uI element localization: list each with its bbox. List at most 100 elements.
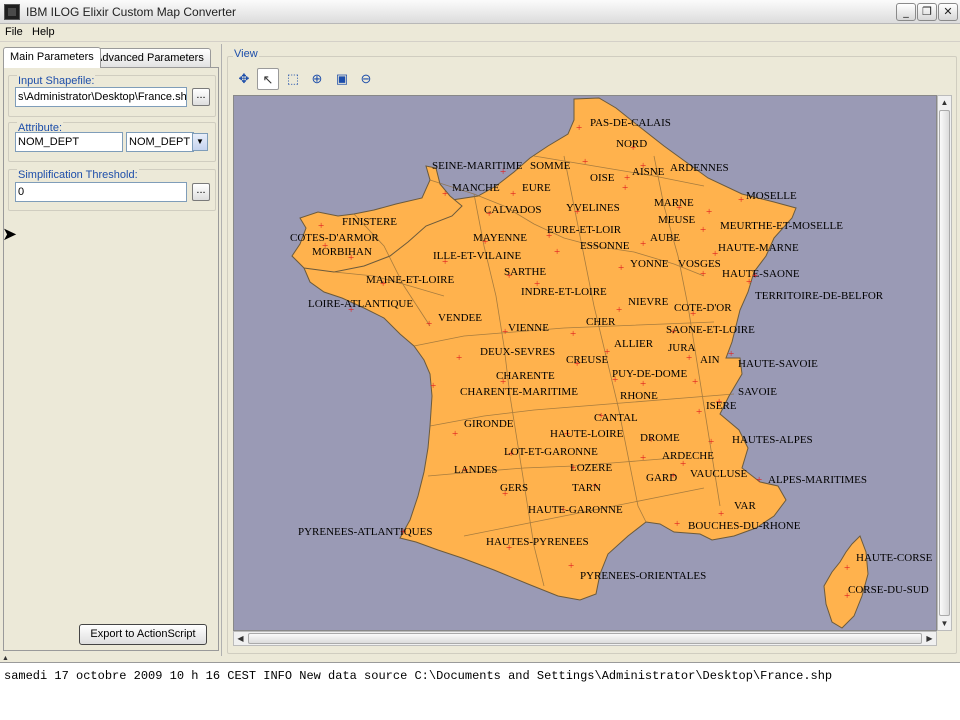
department-label: RHONE	[620, 390, 658, 402]
department-marker-icon: +	[718, 508, 725, 520]
department-label: HAUTE-SAVOIE	[738, 358, 818, 370]
department-label: SEINE-MARITIME	[432, 160, 523, 172]
zoom-in-icon[interactable]: ⊕	[306, 68, 328, 90]
department-label: CHER	[586, 316, 616, 328]
department-marker-icon: +	[452, 428, 459, 440]
department-marker-icon: +	[568, 560, 575, 572]
department-label: LANDES	[454, 464, 498, 476]
department-label: SARTHE	[504, 266, 547, 278]
department-label: PYRENEES-ORIENTALES	[580, 570, 707, 582]
department-marker-icon: +	[616, 304, 623, 316]
department-label: ARDENNES	[670, 162, 729, 174]
horizontal-scroll-thumb[interactable]	[248, 633, 922, 644]
view-panel: View ✥ ↖ ⬚ ⊕ ▣ ⊖ + PAS-DE-CALAIS + NORD …	[224, 44, 960, 656]
department-marker-icon: +	[680, 458, 687, 470]
department-marker-icon: +	[696, 406, 703, 418]
close-button[interactable]: ✕	[938, 3, 958, 21]
department-label: MAINE-ET-LOIRE	[366, 274, 455, 286]
select-icon[interactable]: ↖	[257, 68, 279, 90]
department-marker-icon: +	[430, 380, 437, 392]
department-label: GARD	[646, 472, 678, 484]
department-marker-icon: +	[844, 562, 851, 574]
department-label: VIENNE	[508, 322, 549, 334]
department-label: OISE	[590, 172, 615, 184]
scroll-down-icon[interactable]: ▼	[938, 617, 951, 630]
title-bar: IBM ILOG Elixir Custom Map Converter _ ❐…	[0, 0, 960, 24]
simplification-group: Simplification Threshold: 0 ...	[8, 169, 216, 211]
shapefile-path-field[interactable]: s\Administrator\Desktop\France.shp	[15, 87, 187, 107]
department-marker-icon: +	[738, 194, 745, 206]
input-shapefile-group: Input Shapefile: s\Administrator\Desktop…	[8, 75, 216, 117]
department-label: LOZERE	[570, 462, 613, 474]
horizontal-scrollbar[interactable]: ◀ ▶	[233, 631, 937, 646]
vertical-scrollbar[interactable]: ▲ ▼	[937, 95, 952, 631]
department-label: DEUX-SEVRES	[480, 346, 556, 358]
department-label: DROME	[640, 432, 680, 444]
menu-help[interactable]: Help	[32, 26, 55, 38]
department-label: VAUCLUSE	[690, 468, 748, 480]
maximize-button[interactable]: ❐	[917, 3, 937, 21]
department-label: HAUTE-LOIRE	[550, 428, 624, 440]
department-label: COTE-D'OR	[674, 302, 732, 314]
department-label: YONNE	[630, 258, 669, 270]
department-label: FINISTERE	[342, 216, 397, 228]
department-label: GERS	[500, 482, 529, 494]
attribute-field[interactable]: NOM_DEPT	[15, 132, 123, 152]
department-label: HAUTE-MARNE	[718, 242, 799, 254]
pan-icon[interactable]: ✥	[233, 68, 255, 90]
zoom-box-icon[interactable]: ⬚	[282, 68, 304, 90]
department-label: SOMME	[530, 160, 571, 172]
department-label: HAUTE-GARONNE	[528, 504, 623, 516]
department-marker-icon: +	[756, 474, 763, 486]
chevron-down-icon[interactable]: ▼	[192, 133, 208, 151]
department-label: CANTAL	[594, 412, 638, 424]
department-label: CHARENTE-MARITIME	[460, 386, 578, 398]
department-label: VAR	[734, 500, 756, 512]
department-label: PAS-DE-CALAIS	[590, 117, 671, 129]
department-marker-icon: +	[640, 378, 647, 390]
department-label: AIN	[700, 354, 720, 366]
scroll-up-icon[interactable]: ▲	[938, 96, 951, 109]
tab-body: Input Shapefile: s\Administrator\Desktop…	[3, 67, 219, 651]
department-label: BOUCHES-DU-RHONE	[688, 520, 801, 532]
department-marker-icon: +	[442, 188, 449, 200]
minimize-button[interactable]: _	[896, 3, 916, 21]
simplification-browse-button[interactable]: ...	[192, 183, 210, 201]
export-actionscript-button[interactable]: Export to ActionScript	[79, 624, 207, 645]
department-label: MARNE	[654, 197, 694, 209]
scroll-left-icon[interactable]: ◀	[234, 632, 247, 645]
department-marker-icon: +	[570, 328, 577, 340]
zoom-out-icon[interactable]: ⊖	[355, 68, 377, 90]
department-label: MORBIHAN	[312, 246, 372, 258]
map-canvas[interactable]: + PAS-DE-CALAIS + NORD + SOMME + SEINE-MARITIME…	[233, 95, 937, 631]
department-label: MEUSE	[658, 214, 696, 226]
department-marker-icon: +	[510, 188, 517, 200]
scroll-right-icon[interactable]: ▶	[923, 632, 936, 645]
department-label: ISERE	[706, 400, 737, 412]
shapefile-browse-button[interactable]: ...	[192, 88, 210, 106]
department-label: SAVOIE	[738, 386, 777, 398]
attribute-select[interactable]: NOM_DEPT	[126, 132, 194, 152]
zoom-fit-icon[interactable]: ▣	[331, 68, 353, 90]
tab-main-parameters[interactable]: Main Parameters	[3, 47, 101, 68]
department-label: AISNE	[632, 166, 665, 178]
department-label: NIEVRE	[628, 296, 669, 308]
department-label: MAYENNE	[473, 232, 527, 244]
menu-file[interactable]: File	[5, 26, 23, 38]
department-label: GIRONDE	[464, 418, 514, 430]
simplification-field[interactable]: 0	[15, 182, 187, 202]
department-marker-icon: +	[708, 436, 715, 448]
vertical-scroll-thumb[interactable]	[939, 110, 950, 616]
department-marker-icon: +	[674, 518, 681, 530]
mouse-cursor-icon: ➤	[2, 224, 18, 244]
department-marker-icon: +	[752, 270, 759, 282]
department-label: JURA	[668, 342, 696, 354]
department-label: HAUTES-PYRENEES	[486, 536, 589, 548]
department-marker-icon: +	[426, 318, 433, 330]
department-label: SAONE-ET-LOIRE	[666, 324, 755, 336]
department-marker-icon: +	[640, 160, 647, 172]
department-marker-icon: +	[456, 352, 463, 364]
department-marker-icon: +	[692, 376, 699, 388]
tab-advanced-parameters[interactable]: Advanced Parameters	[88, 48, 211, 67]
department-marker-icon: +	[640, 452, 647, 464]
